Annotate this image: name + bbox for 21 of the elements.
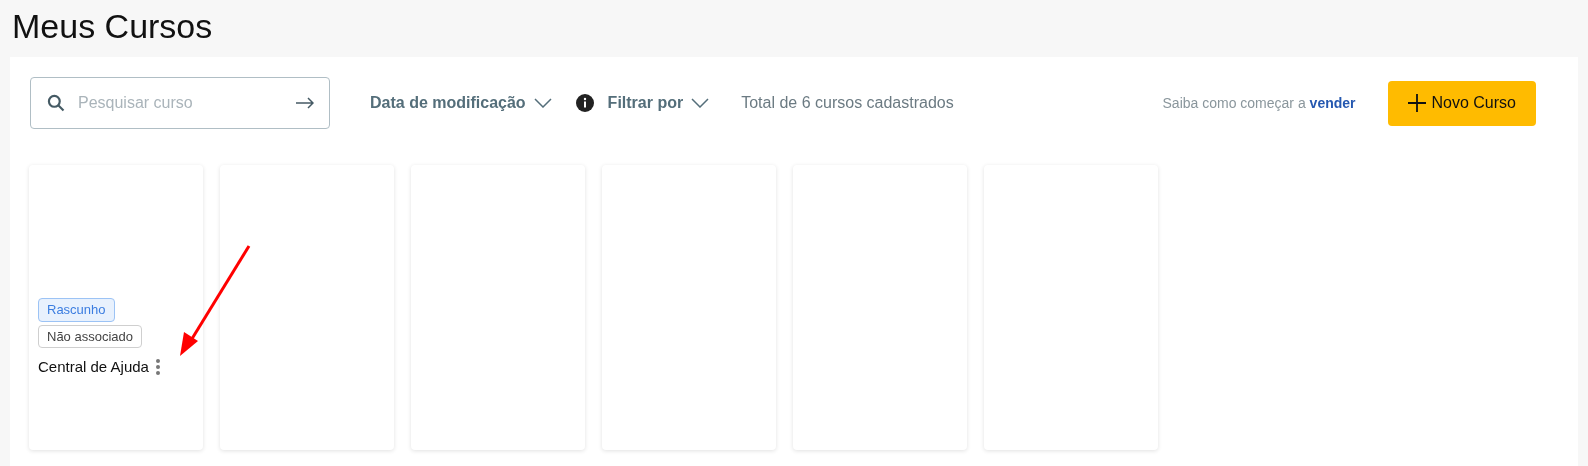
- chevron-down-icon: [533, 98, 552, 108]
- status-tag: Não associado: [38, 324, 142, 348]
- sell-link[interactable]: vender: [1309, 94, 1356, 111]
- course-card[interactable]: [220, 165, 394, 450]
- status-tag: Rascunho: [38, 298, 115, 322]
- course-title: Central de Ajuda: [38, 357, 149, 377]
- sort-dropdown[interactable]: Data de modificação: [370, 91, 552, 115]
- info-icon[interactable]: [575, 94, 594, 112]
- page-title: Meus Cursos: [11, 6, 214, 47]
- search-field[interactable]: Pesquisar curso: [78, 91, 284, 115]
- course-count: Total de 6 cursos cadastrados: [741, 93, 954, 113]
- new-course-button[interactable]: Novo Curso: [1387, 80, 1536, 126]
- search-icon: [46, 93, 66, 113]
- plus-icon: [1407, 94, 1426, 112]
- filter-dropdown[interactable]: Filtrar por: [607, 91, 710, 115]
- arrow-right-icon[interactable]: [296, 97, 314, 109]
- course-card[interactable]: Rascunho Não associado Central de Ajuda: [29, 165, 203, 450]
- help-text: Saiba como começar a vender: [1162, 93, 1356, 113]
- more-options-icon[interactable]: [154, 358, 161, 377]
- search-bar[interactable]: Pesquisar curso: [30, 77, 330, 129]
- chevron-down-icon: [691, 98, 710, 108]
